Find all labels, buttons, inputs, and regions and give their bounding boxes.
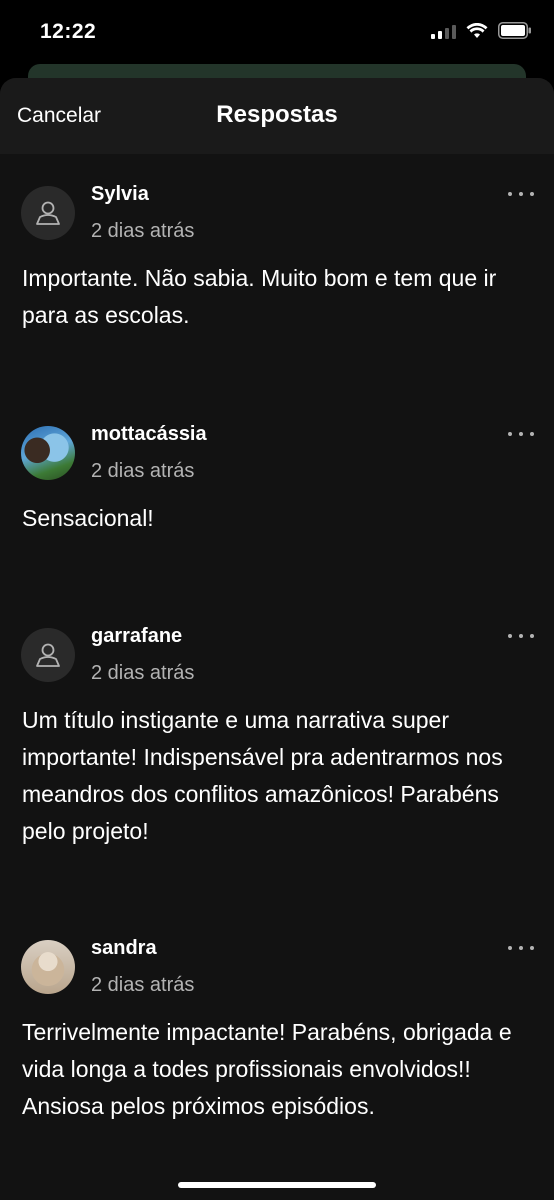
more-options-icon[interactable] bbox=[508, 190, 534, 198]
comment-item: Sylvia 2 dias atrás Importante. Não sabi… bbox=[0, 154, 554, 374]
avatar-photo[interactable] bbox=[21, 426, 75, 480]
more-options-icon[interactable] bbox=[508, 632, 534, 640]
replies-sheet: Cancelar Respostas Sylvia 2 dias atrás I… bbox=[0, 78, 554, 1200]
more-options-icon[interactable] bbox=[508, 430, 534, 438]
comment-text: Terrivelmente impactante! Parabéns, obri… bbox=[22, 1019, 512, 1119]
comment-text: Importante. Não sabia. Muito bom e tem q… bbox=[22, 265, 497, 328]
avatar[interactable] bbox=[21, 186, 75, 240]
home-indicator[interactable] bbox=[178, 1182, 376, 1188]
user-icon bbox=[36, 643, 60, 667]
comment-timestamp: 2 dias atrás bbox=[91, 220, 195, 242]
status-icons bbox=[431, 22, 532, 39]
comment-timestamp: 2 dias atrás bbox=[91, 460, 195, 482]
comment-username[interactable]: sandra bbox=[91, 937, 157, 960]
comment-item: sandra 2 dias atrás Terrivelmente impact… bbox=[0, 908, 554, 1200]
cellular-signal-icon bbox=[431, 23, 456, 39]
more-options-icon[interactable] bbox=[508, 944, 534, 952]
battery-icon bbox=[498, 22, 532, 39]
status-bar: 12:22 bbox=[0, 0, 554, 64]
comment-text: Um título instigante e uma narrativa sup… bbox=[22, 707, 503, 844]
page-title: Respostas bbox=[216, 101, 338, 128]
comment-timestamp: 2 dias atrás bbox=[91, 662, 195, 684]
user-icon bbox=[36, 201, 60, 225]
clock: 12:22 bbox=[40, 20, 97, 43]
comment-username[interactable]: mottacássia bbox=[91, 423, 207, 446]
comment-username[interactable]: Sylvia bbox=[91, 183, 149, 206]
avatar-photo[interactable] bbox=[21, 940, 75, 994]
avatar[interactable] bbox=[21, 628, 75, 682]
sheet-header: Cancelar Respostas bbox=[0, 78, 554, 154]
comment-text: Sensacional! bbox=[22, 505, 154, 531]
comment-item: mottacássia 2 dias atrás Sensacional! bbox=[0, 394, 554, 554]
wifi-icon bbox=[466, 22, 488, 39]
comment-timestamp: 2 dias atrás bbox=[91, 974, 195, 996]
comment-username[interactable]: garrafane bbox=[91, 625, 182, 648]
comment-item: garrafane 2 dias atrás Um título instiga… bbox=[0, 596, 554, 886]
